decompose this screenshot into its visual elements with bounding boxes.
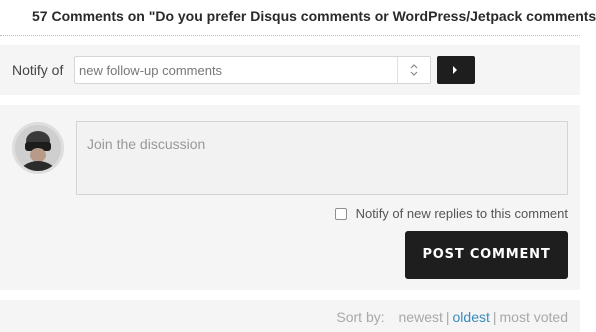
sort-bar: Sort by: newest | oldest | most voted <box>336 309 568 325</box>
notify-submit-button[interactable] <box>437 56 475 84</box>
post-comment-button[interactable]: POST COMMENT <box>405 231 568 279</box>
discussion-placeholder: Join the discussion <box>87 136 206 152</box>
notify-label: Notify of <box>12 62 64 78</box>
divider <box>0 35 580 36</box>
updown-chevron-icon <box>410 64 418 76</box>
sort-separator: | <box>492 309 497 325</box>
sort-newest-link[interactable]: newest <box>399 309 443 325</box>
notify-replies-row[interactable]: Notify of new replies to this comment <box>334 206 568 221</box>
sort-separator: | <box>445 309 450 325</box>
comments-count-title: 57 Comments on "Do you prefer Disqus com… <box>32 8 596 24</box>
notify-replies-label[interactable]: Notify of new replies to this comment <box>356 206 568 221</box>
notify-panel: Notify of new follow-up comments <box>0 45 580 95</box>
discussion-textarea[interactable]: Join the discussion <box>76 121 568 195</box>
caret-right-icon <box>453 66 457 74</box>
notify-replies-checkbox[interactable] <box>334 207 347 220</box>
sort-label: Sort by: <box>336 309 385 325</box>
notify-select[interactable]: new follow-up comments <box>74 56 431 84</box>
select-divider <box>397 57 398 83</box>
notify-select-value: new follow-up comments <box>79 63 223 78</box>
sort-panel: Sort by: newest | oldest | most voted <box>0 300 580 332</box>
sort-oldest-link[interactable]: oldest <box>453 309 490 325</box>
reply-panel: Join the discussion Notify of new replie… <box>0 105 580 290</box>
user-avatar <box>12 122 64 174</box>
avatar-image <box>15 125 61 171</box>
sort-most-voted-link[interactable]: most voted <box>500 309 568 325</box>
